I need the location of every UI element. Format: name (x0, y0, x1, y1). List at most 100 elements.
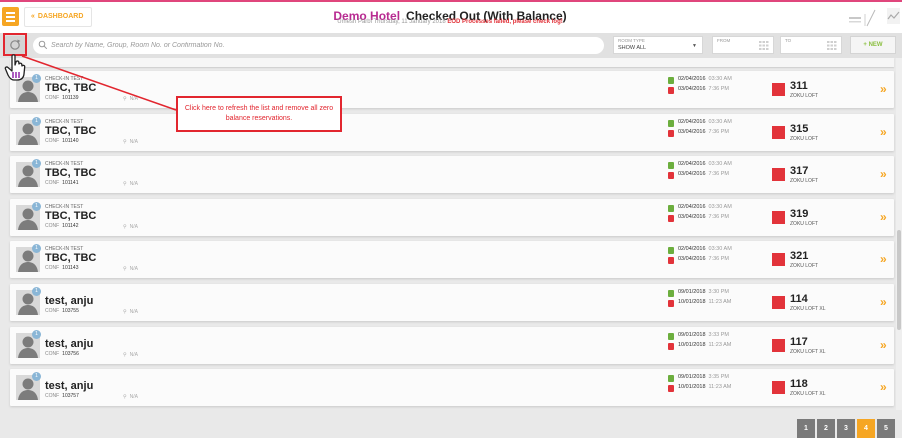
guest-name: TBC, TBC (45, 167, 97, 180)
from-date-field[interactable]: FROM (712, 36, 774, 54)
scrollbar-thumb[interactable] (897, 230, 901, 330)
to-label: TO (785, 38, 792, 43)
open-reservation-chevron-icon[interactable]: » (880, 295, 887, 309)
reservation-card[interactable]: 1 test, anju CONF 103757 ⚲ N/A 09/01/2018 3… (10, 369, 894, 407)
user-name: Umesh Parbi (337, 19, 372, 25)
conf-value: 101143 (62, 265, 79, 272)
arrival-arrow-icon (668, 77, 674, 84)
arrival-time: 3:35 PM (708, 374, 730, 381)
open-reservation-chevron-icon[interactable]: » (880, 380, 887, 394)
departure-arrow-icon (668, 385, 674, 393)
room-type: ZOKU LOFT XL (790, 348, 826, 355)
departure-time: 7:36 PM (708, 256, 730, 263)
guest-name: test, anju (45, 380, 94, 393)
guest-count-badge: 1 (32, 116, 41, 126)
open-reservation-chevron-icon[interactable]: » (880, 82, 887, 96)
guest-name: TBC, TBC (45, 124, 97, 137)
confirmation-number: CONF 101141 (45, 180, 79, 186)
conf-value: 101142 (62, 222, 79, 229)
page-button[interactable]: 1 (797, 419, 815, 438)
location-pin-icon: ⚲ (123, 181, 127, 188)
menu-icon-bar (6, 12, 15, 14)
room-status-indicator (772, 381, 785, 395)
page-button[interactable]: 5 (877, 419, 895, 438)
location: ⚲ N/A (123, 394, 138, 400)
arrival-datetime: 02/04/2016 03:30 AM (678, 119, 732, 125)
arrival-date: 02/04/2016 (678, 246, 706, 253)
menu-button[interactable] (2, 7, 19, 26)
departure-date: 03/04/2016 (678, 256, 706, 263)
arrival-datetime: 02/04/2016 03:30 AM (678, 204, 732, 210)
room-status-indicator (772, 253, 785, 267)
double-chevron-left-icon: « (31, 13, 35, 20)
page-button[interactable]: 4 (857, 419, 875, 438)
location: ⚲ N/A (123, 266, 138, 272)
reservation-card[interactable]: 1 test, anju CONF 103756 ⚲ N/A 09/01/2018 3… (10, 326, 894, 364)
conf-label: CONF (45, 222, 60, 229)
conf-label: CONF (45, 180, 60, 187)
dashboard-button[interactable]: «DASHBOARD (24, 7, 92, 27)
room-type: ZOKU LOFT XL (790, 391, 826, 398)
arrival-date: 09/01/2018 (678, 331, 706, 338)
room-number: 118 (790, 378, 808, 391)
search-input[interactable] (51, 39, 591, 51)
open-reservation-chevron-icon[interactable]: » (880, 252, 887, 266)
room-number: 114 (790, 293, 808, 305)
open-reservation-chevron-icon[interactable]: » (880, 338, 887, 352)
location-pin-icon: ⚲ (123, 351, 127, 358)
guest-name: TBC, TBC (45, 82, 97, 94)
departure-time: 7:36 PM (708, 171, 730, 178)
arrival-time: 03:30 AM (708, 161, 732, 168)
analytics-icon[interactable] (887, 8, 900, 24)
reservation-card[interactable]: 1 CHECK-IN TEST TBC, TBC CONF 101139 ⚲ N/A… (10, 71, 894, 108)
open-reservation-chevron-icon[interactable]: » (880, 167, 887, 181)
open-reservation-chevron-icon[interactable]: » (880, 125, 887, 139)
arrival-arrow-icon (668, 290, 674, 297)
reservation-card[interactable]: 1 test, anju CONF 103755 ⚲ N/A 09/01/2018 3… (10, 284, 894, 321)
page-button[interactable]: 2 (817, 419, 835, 438)
location-value: N/A (129, 181, 139, 188)
arrival-date: 02/04/2016 (678, 76, 706, 82)
confirmation-number: CONF 103755 (45, 308, 79, 314)
location-pin-icon: ⚲ (123, 138, 127, 145)
guest-name: TBC, TBC (45, 252, 97, 265)
arrival-date: 02/04/2016 (678, 203, 706, 210)
arrival-datetime: 09/01/2018 3:30 PM (678, 289, 729, 295)
departure-datetime: 03/04/2016 7:36 PM (678, 171, 729, 177)
departure-time: 11:23 AM (708, 299, 732, 305)
arrival-time: 03:30 AM (708, 118, 732, 125)
reservation-card[interactable]: 1 CHECK-IN TEST TBC, TBC CONF 101142 ⚲ N/A… (10, 198, 894, 236)
departure-arrow-icon (668, 342, 674, 350)
confirmation-number: CONF 103757 (45, 393, 79, 399)
departure-datetime: 03/04/2016 7:36 PM (678, 129, 729, 135)
arrival-time: 03:30 AM (708, 76, 732, 82)
reservation-card[interactable]: 1 CHECK-IN TEST TBC, TBC CONF 101141 ⚲ N/A… (10, 156, 894, 194)
room-type-select[interactable]: ROOM TYPE SHOW ALL ▼ (613, 36, 703, 54)
room-status-indicator (772, 296, 785, 309)
room-type: ZOKU LOFT (790, 263, 819, 270)
menu-icon-bar (6, 16, 15, 18)
hotel-logo (849, 9, 876, 27)
conf-value: 101141 (62, 180, 79, 187)
eod-warning[interactable]: EOD Processes failed, please check log! (447, 19, 562, 25)
conf-label: CONF (45, 265, 60, 272)
reservation-card[interactable]: 1 CHECK-IN TEST TBC, TBC CONF 101140 ⚲ N/A… (10, 113, 894, 151)
conf-value: 103757 (62, 393, 79, 400)
location-value: N/A (129, 309, 139, 315)
menu-icon-bar (6, 20, 15, 22)
search-box[interactable] (33, 37, 604, 54)
departure-datetime: 03/04/2016 7:36 PM (678, 86, 729, 92)
conf-value: 103755 (62, 308, 79, 314)
new-reservation-button[interactable]: + NEW (850, 36, 896, 54)
to-date-field[interactable]: TO (780, 36, 842, 54)
confirmation-number: CONF 101142 (45, 223, 79, 229)
room-number: 321 (790, 250, 809, 263)
reservation-card[interactable]: 1 CHECK-IN TEST TBC, TBC CONF 101143 ⚲ N/A… (10, 241, 894, 279)
location-value: N/A (129, 394, 139, 401)
open-reservation-chevron-icon[interactable]: » (880, 210, 887, 224)
search-icon (38, 40, 48, 50)
page-button[interactable]: 3 (837, 419, 855, 438)
confirmation-number: CONF 101140 (45, 138, 79, 144)
room-number: 317 (790, 165, 809, 178)
conf-label: CONF (45, 137, 60, 144)
